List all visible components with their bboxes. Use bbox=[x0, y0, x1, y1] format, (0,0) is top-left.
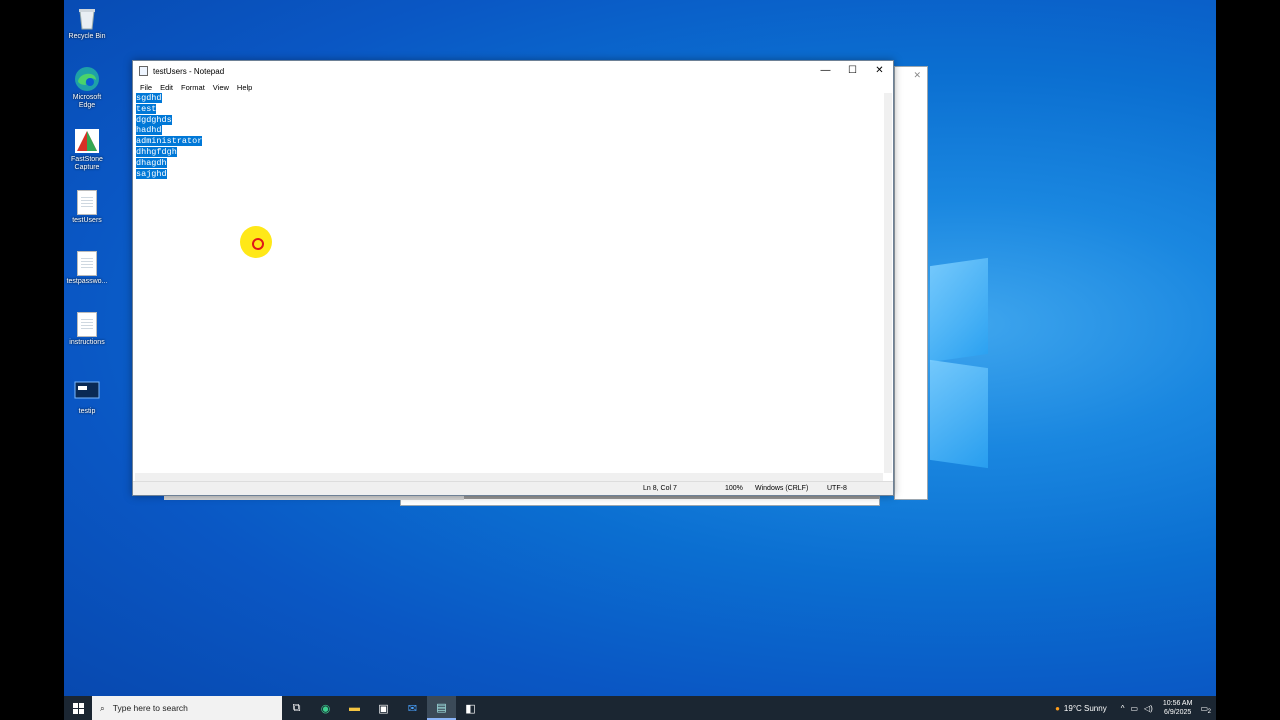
text-file-icon bbox=[77, 251, 97, 276]
taskbar: ⌕ Type here to search ⧉ ◉ ▬ ▣ ✉ ▤ ◧ ● 19… bbox=[64, 696, 1216, 720]
task-view-icon: ⧉ bbox=[292, 701, 301, 714]
taskbar-faststone[interactable]: ◧ bbox=[456, 696, 485, 720]
menu-view[interactable]: View bbox=[209, 83, 233, 92]
minimize-button[interactable]: — bbox=[812, 61, 839, 81]
menu-bar: File Edit Format View Help bbox=[133, 81, 893, 93]
store-icon: ▣ bbox=[378, 702, 389, 715]
text-line: administrator bbox=[136, 136, 203, 147]
notepad-window[interactable]: testUsers - Notepad — ☐ ✕ File Edit Form… bbox=[132, 60, 894, 496]
folder-icon: ▬ bbox=[349, 702, 360, 714]
edge-icon: ◉ bbox=[320, 702, 331, 715]
desktop-icon-testusers[interactable]: testUsers bbox=[64, 190, 110, 225]
menu-help[interactable]: Help bbox=[233, 83, 256, 92]
window-title: testUsers - Notepad bbox=[153, 66, 225, 76]
clock[interactable]: 10:56 AM 6/9/2025 bbox=[1163, 699, 1193, 717]
title-bar[interactable]: testUsers - Notepad bbox=[133, 61, 893, 81]
text-line: dhagdh bbox=[136, 157, 167, 168]
task-view-button[interactable]: ⧉ bbox=[282, 696, 311, 720]
text-editor[interactable]: sgdhd test dgdghds hadhd administrator d… bbox=[135, 93, 883, 473]
chevron-up-icon[interactable]: ^ bbox=[1121, 704, 1125, 713]
desktop-icon-label: testpasswo... bbox=[66, 278, 108, 285]
recycle-bin-icon bbox=[74, 5, 100, 31]
desktop-icon-label: instructions bbox=[69, 339, 105, 346]
zoom-level: 100% bbox=[725, 485, 743, 492]
desktop-icon-instructions[interactable]: instructions bbox=[64, 312, 110, 347]
mail-icon: ✉ bbox=[407, 702, 418, 715]
network-icon[interactable]: ▭ bbox=[1130, 704, 1138, 713]
faststone-capture-icon bbox=[74, 128, 100, 154]
cursor-position: Ln 8, Col 7 bbox=[643, 485, 677, 492]
menu-edit[interactable]: Edit bbox=[156, 83, 177, 92]
time: 10:56 AM bbox=[1162, 700, 1193, 707]
right-letterbox bbox=[1216, 0, 1280, 720]
search-placeholder: Type here to search bbox=[112, 703, 188, 713]
taskbar-notepad[interactable]: ▤ bbox=[427, 696, 456, 720]
edge-icon bbox=[74, 66, 100, 92]
close-icon[interactable]: ✕ bbox=[913, 70, 921, 81]
taskbar-edge[interactable]: ◉ bbox=[311, 696, 340, 720]
text-line: hadhd bbox=[136, 125, 162, 136]
line-ending: Windows (CRLF) bbox=[755, 485, 809, 492]
maximize-button[interactable]: ☐ bbox=[839, 61, 866, 81]
notepad-icon: ▤ bbox=[436, 701, 447, 714]
desktop-icon-label: Recycle Bin bbox=[68, 33, 106, 40]
text-file-icon bbox=[77, 190, 97, 215]
desktop-icon-edge[interactable]: Microsoft Edge bbox=[64, 66, 110, 110]
taskbar-store[interactable]: ▣ bbox=[369, 696, 398, 720]
text-file-icon bbox=[77, 312, 97, 337]
search-icon: ⌕ bbox=[100, 702, 105, 713]
volume-icon[interactable]: ◁) bbox=[1144, 704, 1153, 713]
desktop-icon-recycle-bin[interactable]: Recycle Bin bbox=[64, 5, 110, 41]
taskbar-mail[interactable]: ✉ bbox=[398, 696, 427, 720]
terminal-icon bbox=[74, 380, 100, 406]
encoding: UTF-8 bbox=[827, 485, 847, 492]
mouse-cursor-highlight bbox=[240, 226, 272, 258]
taskbar-file-explorer[interactable]: ▬ bbox=[340, 696, 369, 720]
text-line: test bbox=[136, 103, 157, 114]
menu-format[interactable]: Format bbox=[177, 83, 209, 92]
start-button[interactable] bbox=[64, 696, 92, 720]
desktop: Recycle Bin Microsoft Edge FastStone Cap… bbox=[64, 0, 1216, 720]
left-letterbox bbox=[0, 0, 64, 720]
menu-file[interactable]: File bbox=[136, 83, 156, 92]
close-button[interactable]: ✕ bbox=[866, 61, 893, 81]
desktop-icon-faststone[interactable]: FastStone Capture bbox=[64, 128, 110, 172]
text-line: sajghd bbox=[136, 168, 167, 179]
background-window[interactable]: ✕ bbox=[894, 66, 928, 500]
vertical-scrollbar[interactable] bbox=[884, 93, 892, 473]
desktop-icon-testip[interactable]: testip bbox=[64, 380, 110, 416]
text-line: dgdghds bbox=[136, 114, 172, 125]
desktop-icon-label: testip bbox=[78, 408, 96, 415]
notepad-icon bbox=[139, 66, 148, 76]
search-box[interactable]: ⌕ Type here to search bbox=[92, 696, 282, 720]
weather-text[interactable]: 19°C Sunny bbox=[1064, 704, 1107, 713]
desktop-icon-label: Microsoft Edge bbox=[72, 94, 102, 109]
status-bar: Ln 8, Col 7 100% Windows (CRLF) UTF-8 bbox=[133, 481, 893, 495]
horizontal-scrollbar[interactable] bbox=[135, 473, 883, 481]
wallpaper-logo-pane bbox=[930, 359, 988, 469]
system-tray: ● 19°C Sunny ^ ▭ ◁) 10:56 AM 6/9/2025 ▭ 2 bbox=[1055, 696, 1216, 720]
text-line: dhhgfdgh bbox=[136, 146, 177, 157]
date: 6/9/2025 bbox=[1164, 709, 1192, 716]
faststone-capture-icon: ◧ bbox=[465, 702, 476, 715]
desktop-icon-testpasswords[interactable]: testpasswo... bbox=[64, 251, 110, 286]
notification-count: 2 bbox=[1207, 708, 1211, 715]
notification-icon[interactable]: ▭ 2 bbox=[1200, 704, 1211, 715]
desktop-icon-label: FastStone Capture bbox=[71, 156, 103, 171]
desktop-icon-label: testUsers bbox=[72, 217, 102, 224]
text-line: sgdhd bbox=[136, 93, 162, 103]
wallpaper-logo-pane bbox=[930, 257, 988, 363]
windows-icon bbox=[72, 702, 84, 714]
weather-icon: ● bbox=[1055, 703, 1060, 713]
